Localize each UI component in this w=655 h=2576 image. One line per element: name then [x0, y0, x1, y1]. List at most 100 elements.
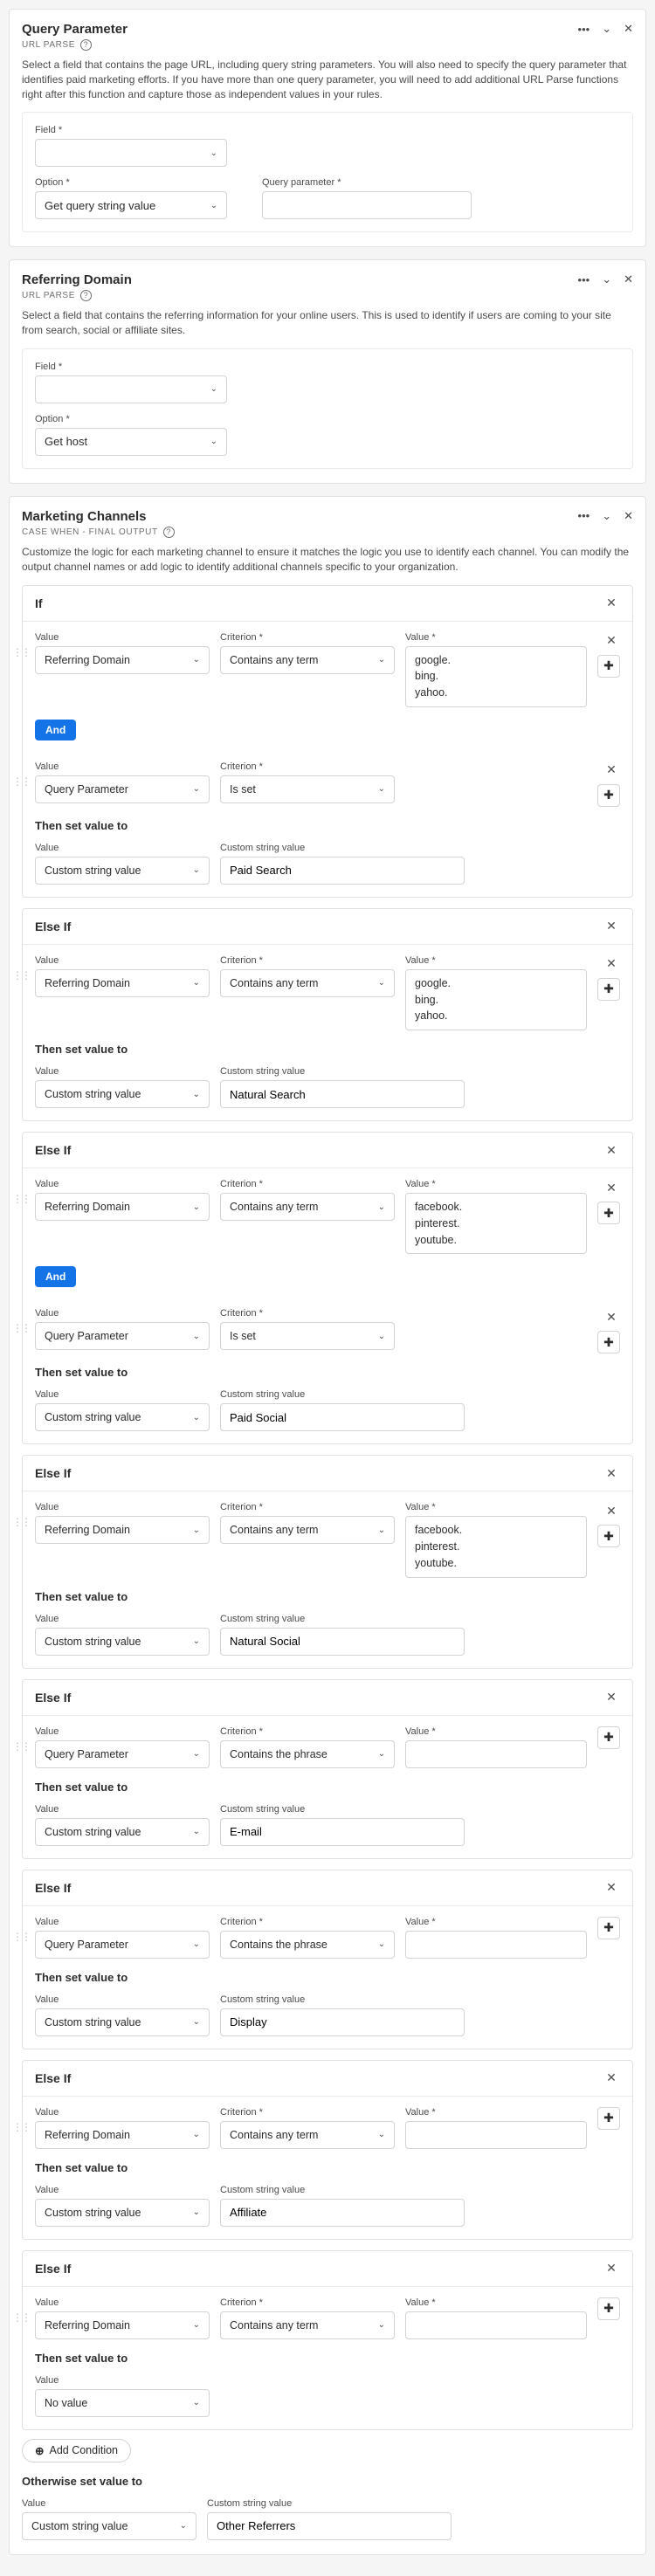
add-condition-icon[interactable]: ✚: [597, 1525, 620, 1547]
result-string-input[interactable]: [220, 857, 465, 885]
help-icon[interactable]: ?: [163, 527, 175, 538]
more-icon[interactable]: •••: [578, 23, 590, 36]
result-value-select[interactable]: Custom string value⌄: [35, 857, 210, 885]
condition-value-select[interactable]: Referring Domain⌄: [35, 1516, 210, 1544]
criterion-select[interactable]: Contains the phrase⌄: [220, 1931, 395, 1959]
condition-value-select[interactable]: Query Parameter⌄: [35, 775, 210, 803]
condition-value-select[interactable]: Query Parameter⌄: [35, 1322, 210, 1350]
close-icon[interactable]: ✕: [603, 595, 620, 612]
condition-value-select[interactable]: Query Parameter⌄: [35, 1931, 210, 1959]
add-condition-icon[interactable]: ✚: [597, 784, 620, 807]
criterion-select[interactable]: Contains the phrase⌄: [220, 1740, 395, 1768]
criterion-select[interactable]: Is set⌄: [220, 775, 395, 803]
close-icon[interactable]: ✕: [624, 272, 633, 286]
terms-input[interactable]: [405, 2121, 587, 2149]
option-select[interactable]: Get host⌄: [35, 428, 227, 456]
terms-input[interactable]: facebook. pinterest. youtube.: [405, 1516, 587, 1577]
condition-value-select[interactable]: Referring Domain⌄: [35, 2311, 210, 2339]
drag-handle-icon[interactable]: ⋮⋮: [12, 1931, 30, 1943]
result-string-input[interactable]: [220, 1628, 465, 1656]
drag-handle-icon[interactable]: ⋮⋮: [12, 1516, 30, 1528]
add-condition-icon[interactable]: ✚: [597, 655, 620, 678]
add-condition-button[interactable]: ⊕ Add Condition: [22, 2439, 131, 2462]
terms-input[interactable]: google. bing. yahoo.: [405, 969, 587, 1030]
close-icon[interactable]: ✕: [603, 1879, 620, 1897]
drag-handle-icon[interactable]: ⋮⋮: [12, 1322, 30, 1334]
criterion-select[interactable]: Contains any term⌄: [220, 646, 395, 674]
drag-handle-icon[interactable]: ⋮⋮: [12, 2311, 30, 2324]
criterion-select[interactable]: Is set⌄: [220, 1322, 395, 1350]
terms-input[interactable]: [405, 1931, 587, 1959]
drag-handle-icon[interactable]: ⋮⋮: [12, 2121, 30, 2133]
result-value-select[interactable]: Custom string value⌄: [35, 2008, 210, 2036]
add-condition-icon[interactable]: ✚: [597, 2107, 620, 2130]
remove-condition-icon[interactable]: ✕: [603, 1502, 620, 1519]
close-icon[interactable]: ✕: [603, 1141, 620, 1159]
result-value-select[interactable]: Custom string value⌄: [35, 1818, 210, 1846]
drag-handle-icon[interactable]: ⋮⋮: [12, 775, 30, 788]
help-icon[interactable]: ?: [80, 290, 92, 301]
result-value-select[interactable]: No value⌄: [35, 2389, 210, 2417]
remove-condition-icon[interactable]: ✕: [603, 1308, 620, 1326]
drag-handle-icon[interactable]: ⋮⋮: [12, 646, 30, 658]
remove-condition-icon[interactable]: ✕: [603, 761, 620, 779]
drag-handle-icon[interactable]: ⋮⋮: [12, 1740, 30, 1753]
remove-condition-icon[interactable]: ✕: [603, 1179, 620, 1196]
result-string-input[interactable]: [220, 1080, 465, 1108]
result-string-input[interactable]: [220, 2199, 465, 2227]
more-icon[interactable]: •••: [578, 273, 590, 286]
otherwise-string-input[interactable]: [207, 2512, 452, 2540]
close-icon[interactable]: ✕: [603, 2260, 620, 2277]
add-condition-icon[interactable]: ✚: [597, 1331, 620, 1353]
condition-value-select[interactable]: Referring Domain⌄: [35, 646, 210, 674]
remove-condition-icon[interactable]: ✕: [603, 955, 620, 973]
result-string-input[interactable]: [220, 1818, 465, 1846]
close-icon[interactable]: ✕: [603, 1689, 620, 1706]
add-condition-icon[interactable]: ✚: [597, 1202, 620, 1224]
result-value-select[interactable]: Custom string value⌄: [35, 1080, 210, 1108]
terms-input[interactable]: google. bing. yahoo.: [405, 646, 587, 707]
add-condition-icon[interactable]: ✚: [597, 1726, 620, 1749]
add-condition-icon[interactable]: ✚: [597, 978, 620, 1001]
add-condition-icon[interactable]: ✚: [597, 2297, 620, 2320]
and-operator-pill[interactable]: And: [35, 1266, 76, 1287]
option-select[interactable]: Get query string value⌄: [35, 191, 227, 219]
condition-value-select[interactable]: Query Parameter⌄: [35, 1740, 210, 1768]
result-string-input[interactable]: [220, 2008, 465, 2036]
add-condition-icon[interactable]: ✚: [597, 1917, 620, 1939]
close-icon[interactable]: ✕: [603, 2070, 620, 2087]
criterion-select[interactable]: Contains any term⌄: [220, 2121, 395, 2149]
chevron-down-icon[interactable]: ⌄: [602, 509, 611, 523]
close-icon[interactable]: ✕: [624, 22, 633, 36]
chevron-down-icon[interactable]: ⌄: [602, 22, 611, 36]
drag-handle-icon[interactable]: ⋮⋮: [12, 1193, 30, 1205]
close-icon[interactable]: ✕: [624, 509, 633, 523]
result-value-select[interactable]: Custom string value⌄: [35, 1403, 210, 1431]
more-icon[interactable]: •••: [578, 509, 590, 522]
criterion-select[interactable]: Contains any term⌄: [220, 1516, 395, 1544]
condition-value-select[interactable]: Referring Domain⌄: [35, 1193, 210, 1221]
terms-input[interactable]: [405, 2311, 587, 2339]
close-icon[interactable]: ✕: [603, 1464, 620, 1482]
chevron-down-icon: ⌄: [193, 1749, 200, 1759]
criterion-select[interactable]: Contains any term⌄: [220, 1193, 395, 1221]
terms-input[interactable]: facebook. pinterest. youtube.: [405, 1193, 587, 1254]
condition-value-select[interactable]: Referring Domain⌄: [35, 2121, 210, 2149]
result-value-select[interactable]: Custom string value⌄: [35, 2199, 210, 2227]
drag-handle-icon[interactable]: ⋮⋮: [12, 969, 30, 981]
field-select[interactable]: ⌄: [35, 375, 227, 403]
and-operator-pill[interactable]: And: [35, 720, 76, 740]
close-icon[interactable]: ✕: [603, 918, 620, 935]
field-select[interactable]: ⌄: [35, 139, 227, 167]
criterion-select[interactable]: Contains any term⌄: [220, 2311, 395, 2339]
chevron-down-icon[interactable]: ⌄: [602, 272, 611, 286]
result-string-input[interactable]: [220, 1403, 465, 1431]
criterion-select[interactable]: Contains any term⌄: [220, 969, 395, 997]
condition-value-select[interactable]: Referring Domain⌄: [35, 969, 210, 997]
terms-input[interactable]: [405, 1740, 587, 1768]
query-parameter-input[interactable]: [262, 191, 472, 219]
result-value-select[interactable]: Custom string value⌄: [35, 1628, 210, 1656]
remove-condition-icon[interactable]: ✕: [603, 632, 620, 650]
help-icon[interactable]: ?: [80, 39, 92, 51]
otherwise-value-select[interactable]: Custom string value⌄: [22, 2512, 196, 2540]
